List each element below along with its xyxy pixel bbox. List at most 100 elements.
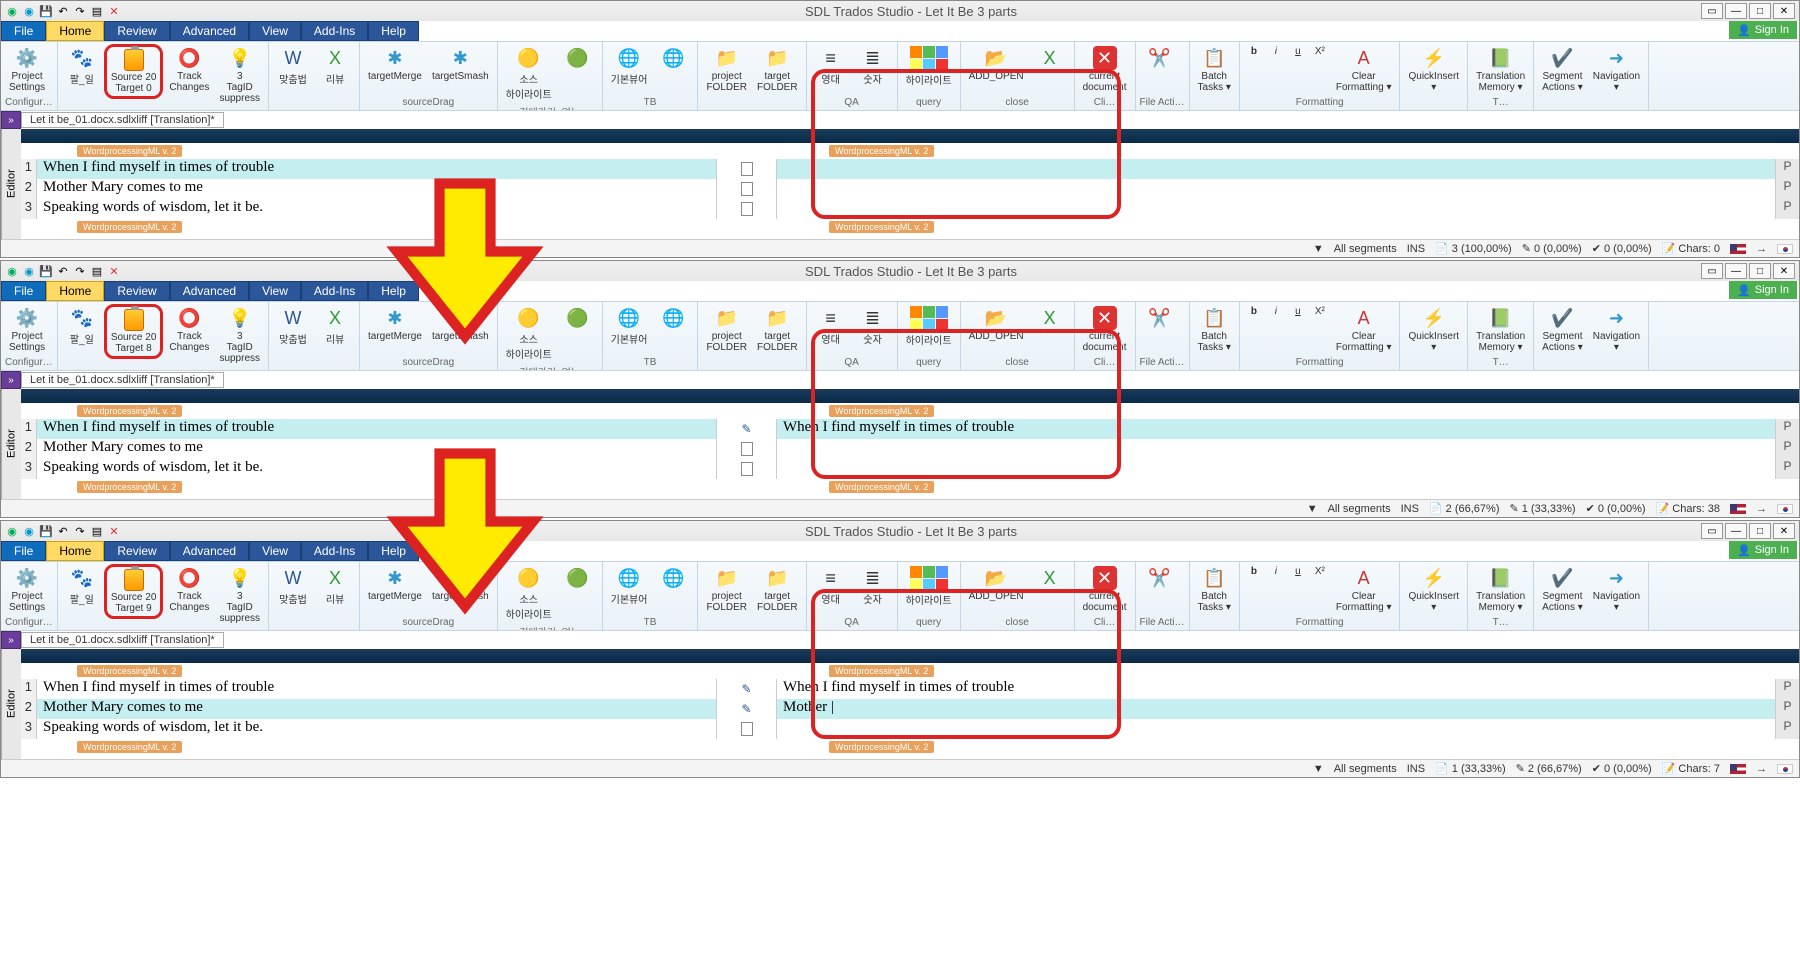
qat-doc-icon[interactable]: ▤ [90, 4, 104, 18]
source-cell[interactable]: Mother Mary comes to me [37, 179, 717, 199]
current-doc-button[interactable]: ✕current document [1079, 304, 1131, 355]
target-folder-button[interactable]: 📁target FOLDER [753, 564, 802, 615]
spellcheck-button[interactable]: W맞춤법 [273, 304, 313, 348]
quickinsert-button[interactable]: ⚡QuickInsert ▾ [1404, 564, 1463, 615]
sign-in-button[interactable]: 👤Sign In [1729, 541, 1797, 559]
batch-tasks-button[interactable]: 📋Batch Tasks ▾ [1194, 304, 1235, 355]
sutja-button[interactable]: ≣숫자 [853, 304, 893, 348]
status-cell[interactable] [717, 159, 777, 179]
filter-icon[interactable]: ▼ [1313, 763, 1324, 775]
status-cell[interactable] [717, 199, 777, 219]
wordcount-button[interactable]: Source 20 Target 8 [104, 304, 164, 359]
project-settings-button[interactable]: ⚙️Project Settings [5, 304, 49, 355]
batch-tasks-button[interactable]: 📋Batch Tasks ▾ [1194, 564, 1235, 615]
document-tab[interactable]: Let it be_01.docx.sdlxliff [Translation]… [21, 372, 224, 388]
editor-side-label[interactable]: Editor [1, 649, 21, 759]
format-super-button[interactable]: X² [1310, 304, 1330, 319]
format-super-button[interactable]: X² [1310, 44, 1330, 59]
color-grid-button[interactable]: 하이라이트 [902, 564, 956, 609]
redo-icon[interactable]: ↷ [73, 264, 87, 278]
tagid-suppress-button[interactable]: 💡3 TagID suppress [215, 44, 264, 106]
tab-view[interactable]: View [249, 541, 301, 561]
spellcheck-button[interactable]: W맞춤법 [273, 564, 313, 608]
add-open-button[interactable]: 📂ADD_OPEN [965, 304, 1028, 344]
tab-file[interactable]: File [1, 21, 46, 41]
yeongdae-button[interactable]: ≡영대 [811, 304, 851, 348]
tab-review[interactable]: Review [104, 21, 169, 41]
status-filter[interactable]: All segments [1334, 763, 1397, 775]
add-open-button[interactable]: 📂ADD_OPEN [965, 564, 1028, 604]
target-folder-button[interactable]: 📁target FOLDER [753, 304, 802, 355]
flag-us-icon[interactable] [1730, 764, 1746, 774]
source-cell[interactable]: Speaking words of wisdom, let it be. [37, 719, 717, 739]
tab-addins[interactable]: Add-Ins [301, 541, 368, 561]
format-i-button[interactable]: i [1266, 44, 1286, 59]
maximize-button[interactable]: □ [1749, 3, 1771, 19]
minimize-button[interactable]: — [1725, 523, 1747, 539]
qat-x-icon[interactable]: ✕ [107, 264, 121, 278]
target-cell[interactable] [777, 719, 1775, 739]
quickinsert-button[interactable]: ⚡QuickInsert ▾ [1404, 304, 1463, 355]
segment-row[interactable]: 1 When I find myself in times of trouble… [21, 159, 1799, 179]
target-smash-button[interactable]: ✱targetSmash [428, 304, 493, 344]
status-cell[interactable] [717, 719, 777, 739]
tab-review[interactable]: Review [104, 281, 169, 301]
tab-addins[interactable]: Add-Ins [301, 21, 368, 41]
target-smash-button[interactable]: ✱targetSmash [428, 564, 493, 604]
format-u-button[interactable]: u [1288, 44, 1308, 59]
redo-icon[interactable]: ↷ [73, 4, 87, 18]
target-cell[interactable] [777, 439, 1775, 459]
segment-actions-button[interactable]: ✔️Segment Actions ▾ [1538, 304, 1587, 355]
qat-x-icon[interactable]: ✕ [107, 524, 121, 538]
segment-actions-button[interactable]: ✔️Segment Actions ▾ [1538, 44, 1587, 95]
review-button[interactable]: X리뷰 [315, 304, 355, 348]
tab-home[interactable]: Home [46, 21, 104, 41]
current-doc-button[interactable]: ✕current document [1079, 564, 1131, 615]
xls1-button[interactable]: X [1030, 304, 1070, 332]
flag-us-icon[interactable] [1730, 244, 1746, 254]
current-doc-button[interactable]: ✕current document [1079, 44, 1131, 95]
close-button[interactable]: ✕ [1773, 523, 1795, 539]
format-b-button[interactable]: b [1244, 44, 1264, 59]
tab-addins[interactable]: Add-Ins [301, 281, 368, 301]
tab-file[interactable]: File [1, 281, 46, 301]
target-cell[interactable] [777, 199, 1775, 219]
segment-row[interactable]: 3 Speaking words of wisdom, let it be. P [21, 199, 1799, 219]
segment-row[interactable]: 2 Mother Mary comes to me ✎ Mother | P [21, 699, 1799, 719]
sos-none-button[interactable]: 🟢 [558, 304, 598, 332]
tab-view[interactable]: View [249, 281, 301, 301]
target-cell[interactable] [777, 179, 1775, 199]
editor-side-label[interactable]: Editor [1, 389, 21, 499]
tab-help[interactable]: Help [368, 281, 419, 301]
review-button[interactable]: X리뷰 [315, 44, 355, 88]
project-settings-button[interactable]: ⚙️Project Settings [5, 44, 49, 95]
palil-button[interactable]: 🐾팔_일 [62, 564, 102, 608]
format-b-button[interactable]: b [1244, 564, 1264, 579]
sutja-button[interactable]: ≣숫자 [853, 564, 893, 608]
xls1-button[interactable]: X [1030, 44, 1070, 72]
cut-button[interactable]: ✂️ [1140, 44, 1180, 72]
navigation-button[interactable]: ➜Navigation ▾ [1589, 564, 1644, 615]
palil-button[interactable]: 🐾팔_일 [62, 304, 102, 348]
target-merge-button[interactable]: ✱targetMerge [364, 564, 426, 604]
status-cell[interactable] [717, 179, 777, 199]
target-cell[interactable]: When I find myself in times of trouble [777, 419, 1775, 439]
color-grid-button[interactable]: 하이라이트 [902, 44, 956, 89]
target-cell[interactable] [777, 159, 1775, 179]
yeongdae-button[interactable]: ≡영대 [811, 44, 851, 88]
clear-formatting-button[interactable]: AClear Formatting ▾ [1332, 44, 1396, 95]
flag-kr-icon[interactable] [1777, 244, 1793, 254]
palil-button[interactable]: 🐾팔_일 [62, 44, 102, 88]
flag-us-icon[interactable] [1730, 504, 1746, 514]
xls1-button[interactable]: X [1030, 564, 1070, 592]
sos-none-button[interactable]: 🟢 [558, 44, 598, 72]
status-cell[interactable] [717, 459, 777, 479]
track-changes-button[interactable]: ⭕Track Changes [165, 44, 213, 95]
segment-row[interactable]: 2 Mother Mary comes to me P [21, 439, 1799, 459]
batch-tasks-button[interactable]: 📋Batch Tasks ▾ [1194, 44, 1235, 95]
flag-kr-icon[interactable] [1777, 764, 1793, 774]
close-button[interactable]: ✕ [1773, 3, 1795, 19]
status-cell[interactable]: ✎ [717, 699, 777, 719]
qat-doc-icon[interactable]: ▤ [90, 524, 104, 538]
basic-viewer-button[interactable]: 🌐기본뷰어 [607, 564, 652, 608]
